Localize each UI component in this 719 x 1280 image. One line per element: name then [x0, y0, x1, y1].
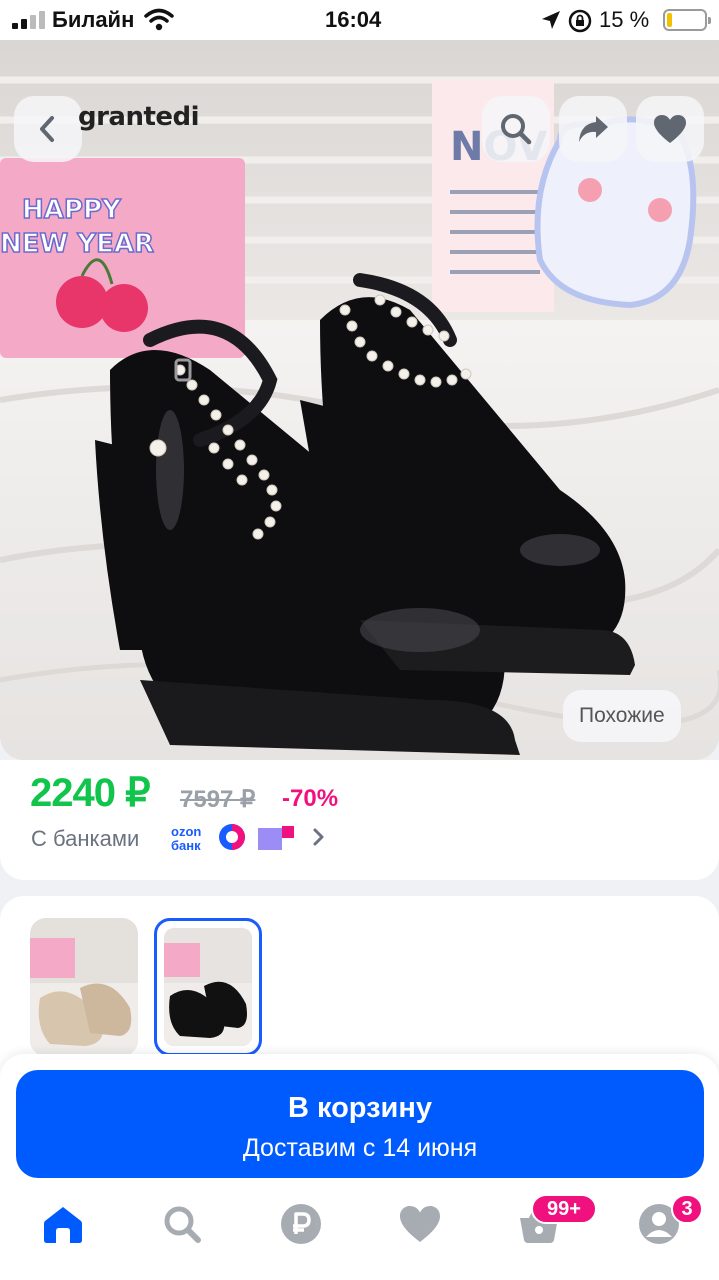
delivery-date: Доставим с 14 июня [242, 1134, 478, 1162]
heart-icon [654, 115, 686, 143]
cart-badge: 99+ [531, 1194, 597, 1224]
tab-finance[interactable] [279, 1202, 323, 1246]
variant-black-thumbnail [164, 928, 252, 1046]
search-icon [164, 1206, 201, 1243]
profile-badge: 3 [671, 1194, 703, 1224]
tab-favorites[interactable] [398, 1202, 442, 1246]
wifi-icon [144, 8, 174, 31]
brand-watermark: grantedi [78, 102, 200, 132]
back-button[interactable] [14, 96, 82, 162]
svg-text:HAPPY: HAPPY [22, 195, 122, 225]
product-screen: Билайн 16:04 15 % HAPPY NEW YEAR granted… [0, 0, 719, 1280]
chevron-right-icon[interactable] [312, 827, 326, 847]
variant-beige-thumbnail [30, 918, 138, 1056]
product-image[interactable]: HAPPY NEW YEAR NOV [0, 40, 719, 760]
carrier-name: Билайн [52, 7, 135, 32]
current-price: 2240 ₽ [30, 771, 151, 815]
cart-panel: В корзину Доставим с 14 июня [0, 1054, 719, 1190]
bank-card-icon [258, 826, 294, 850]
battery-level [667, 13, 672, 27]
battery-percent: 15 % [599, 7, 650, 32]
bank-logo-icon [219, 824, 245, 850]
tab-home[interactable] [41, 1202, 85, 1246]
similar-button[interactable]: Похожие [563, 690, 681, 742]
search-icon [501, 114, 532, 145]
ozon-bank-logo-line2: банк [171, 838, 201, 853]
add-to-cart-button[interactable]: В корзину Доставим с 14 июня [16, 1070, 704, 1178]
home-icon [44, 1207, 82, 1243]
ozon-bank-logo-line1: ozon [171, 824, 202, 839]
price-card: 2240 ₽ 7597 ₽ -70% С банками ozon банк [0, 760, 719, 880]
variant-selector [0, 896, 719, 1076]
orientation-lock-icon [568, 9, 592, 33]
svg-text:NEW YEAR: NEW YEAR [0, 229, 154, 259]
heart-icon [400, 1206, 440, 1242]
variant-black[interactable] [154, 918, 262, 1056]
banks-price-label[interactable]: С банками [31, 826, 139, 852]
location-icon [542, 11, 560, 29]
status-bar: Билайн 16:04 15 % [0, 0, 719, 40]
clock: 16:04 [325, 7, 382, 32]
signal-icon [12, 11, 46, 29]
battery-icon [663, 9, 711, 31]
favorite-button[interactable] [636, 96, 704, 162]
back-icon [40, 116, 54, 142]
tab-search[interactable] [160, 1202, 204, 1246]
bottom-tab-bar: 99+ 3 [0, 1190, 719, 1280]
old-price: 7597 ₽ [180, 786, 256, 813]
add-to-cart-label: В корзину [287, 1092, 433, 1124]
ozon-bank-logo: ozon банк [171, 825, 201, 853]
search-button[interactable] [482, 96, 550, 162]
discount-badge: -70% [282, 785, 339, 812]
variant-beige[interactable] [30, 918, 138, 1056]
share-button[interactable] [559, 96, 627, 162]
ruble-icon [281, 1204, 321, 1244]
share-icon [579, 116, 608, 142]
